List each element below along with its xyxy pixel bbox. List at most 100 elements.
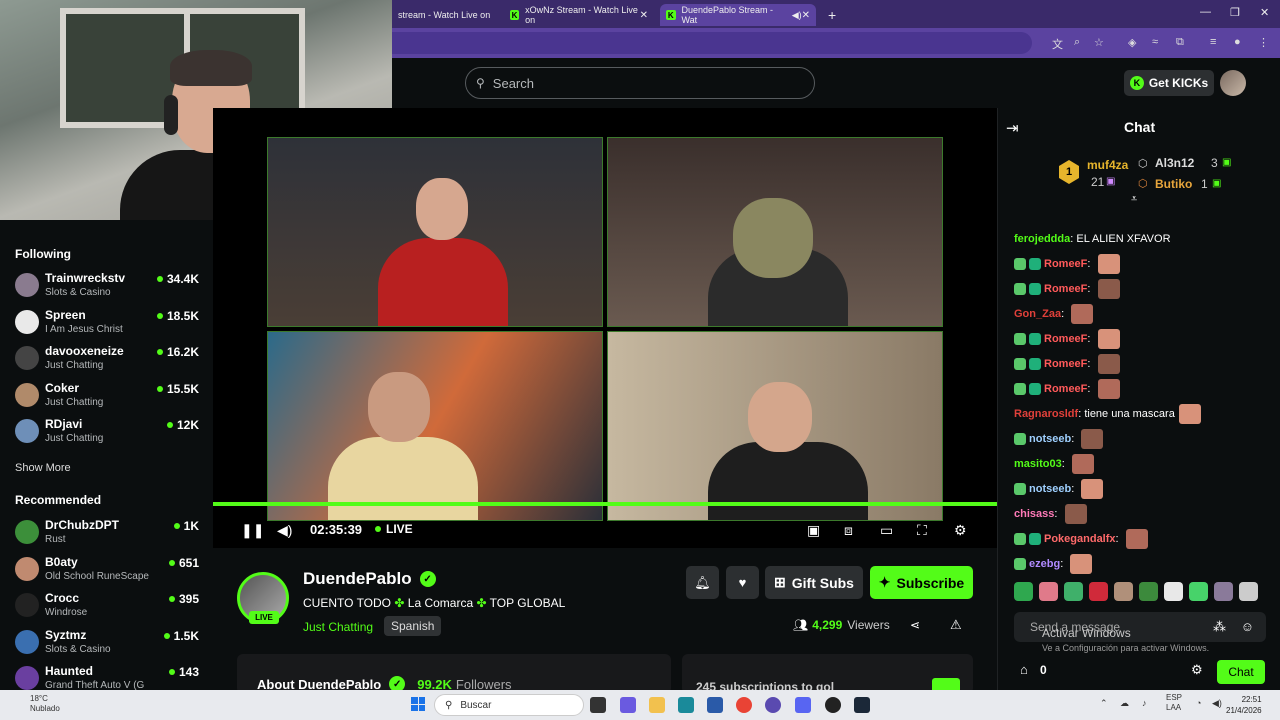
- emoji-icon[interactable]: ☺: [1241, 619, 1254, 634]
- browser-tab[interactable]: stream - Watch Live on: [392, 4, 498, 26]
- obs-studio-icon[interactable]: [825, 697, 841, 713]
- category-link[interactable]: Just Chatting: [303, 620, 373, 634]
- language-indicator[interactable]: ESP LAA: [1166, 693, 1182, 713]
- minimize-icon[interactable]: —: [1200, 6, 1211, 18]
- browser-tab[interactable]: K xOwNz Stream - Watch Live on ✕: [504, 4, 654, 26]
- volume-icon[interactable]: ◀): [277, 522, 292, 539]
- leader-name[interactable]: Butiko: [1155, 177, 1192, 191]
- close-window-icon[interactable]: ✕: [1260, 6, 1269, 19]
- sidebar-channel-coker[interactable]: Coker Just Chatting 15.5K: [15, 379, 205, 413]
- weather-widget[interactable]: 18°C Nublado: [8, 694, 60, 714]
- chat-username[interactable]: ferojeddda: [1014, 233, 1070, 245]
- emote-icon[interactable]: [1164, 582, 1183, 601]
- settings-gear-icon[interactable]: ⚙: [954, 522, 967, 539]
- leader-name[interactable]: Al3n12: [1155, 156, 1194, 170]
- chat-username[interactable]: RomeeF: [1044, 333, 1087, 345]
- menu-kebab-icon[interactable]: ⋮: [1258, 36, 1269, 49]
- extensions-puzzle-icon[interactable]: ⧉: [1176, 36, 1184, 49]
- sidebar-channel-drchubzdpt[interactable]: DrChubzDPT Rust 1K: [15, 516, 205, 550]
- chat-username[interactable]: RomeeF: [1044, 258, 1087, 270]
- discord-icon[interactable]: [795, 697, 811, 713]
- task-view-icon[interactable]: [590, 697, 606, 713]
- get-kicks-button[interactable]: K Get KICKs: [1124, 70, 1214, 96]
- chat-username[interactable]: RomeeF: [1044, 383, 1087, 395]
- browser-tab-active[interactable]: K DuendePablo Stream - Wat ◀) ✕: [660, 4, 816, 26]
- emote-icon[interactable]: [1014, 582, 1033, 601]
- chat-username[interactable]: ezebg: [1029, 558, 1060, 570]
- miniplayer-icon[interactable]: ▣: [807, 522, 820, 539]
- leader-name[interactable]: muf4za: [1087, 158, 1128, 172]
- emote-icon[interactable]: [1239, 582, 1258, 601]
- show-more-button[interactable]: Show More: [15, 462, 71, 474]
- wifi-icon[interactable]: ◔: [1196, 698, 1201, 708]
- chat-settings-icon[interactable]: ⚙: [1191, 662, 1203, 678]
- store-icon[interactable]: ⌂: [1020, 662, 1028, 677]
- fullscreen-icon[interactable]: ⛶: [917, 522, 927, 539]
- taskbar-search[interactable]: ⚲ Buscar: [434, 694, 584, 716]
- chat-username[interactable]: Pokegandalfx: [1044, 533, 1116, 545]
- progress-bar[interactable]: [213, 502, 997, 506]
- sidebar-channel-davooxeneize[interactable]: davooxeneize Just Chatting 16.2K: [15, 342, 205, 376]
- close-tab-icon[interactable]: ✕: [802, 10, 810, 21]
- media-control-icon[interactable]: ≡: [1210, 36, 1216, 48]
- search-input[interactable]: ⚲ Search: [465, 67, 815, 99]
- sidebar-channel-crocc[interactable]: Crocc Windrose 395: [15, 589, 205, 623]
- taskbar-clock[interactable]: 22:51 21/4/2026: [1226, 694, 1262, 716]
- url-field[interactable]: [392, 32, 1032, 54]
- user-avatar[interactable]: [1220, 70, 1246, 96]
- chat-username[interactable]: RomeeF: [1044, 283, 1087, 295]
- sidebar-channel-syztmz[interactable]: Syztmz Slots & Casino 1.5K: [15, 626, 205, 660]
- zoom-icon[interactable]: ⌕: [1074, 36, 1080, 49]
- file-explorer-icon[interactable]: [649, 697, 665, 713]
- network-icon[interactable]: ☁: [1120, 698, 1129, 709]
- expand-leaderboard-icon[interactable]: ⩡: [1131, 193, 1137, 206]
- notification-bell-button[interactable]: 🔔︎: [686, 566, 719, 599]
- edge-icon[interactable]: [678, 697, 694, 713]
- chat-username[interactable]: chisass: [1014, 508, 1054, 520]
- bookmark-star-icon[interactable]: ☆: [1094, 36, 1104, 49]
- send-chat-button[interactable]: Chat: [1217, 660, 1265, 684]
- new-tab-button[interactable]: +: [822, 4, 842, 26]
- follow-heart-button[interactable]: ♥: [726, 566, 759, 599]
- emote-icon[interactable]: [1139, 582, 1158, 601]
- report-warning-icon[interactable]: ⚠: [950, 617, 962, 633]
- clip-icon[interactable]: ⧈: [844, 522, 853, 539]
- streamer-name[interactable]: DuendePablo ✓: [303, 569, 436, 589]
- emote-icon[interactable]: [1189, 582, 1208, 601]
- emote-icon[interactable]: [1214, 582, 1233, 601]
- chrome-icon[interactable]: [736, 697, 752, 713]
- obs-icon[interactable]: [765, 697, 781, 713]
- chat-username[interactable]: Ragnarosldf: [1014, 408, 1078, 420]
- extension-icon[interactable]: ◈: [1128, 36, 1136, 49]
- store-app-icon[interactable]: [707, 697, 723, 713]
- sidebar-channel-haunted[interactable]: Haunted Grand Theft Auto V (G 143: [15, 662, 205, 690]
- kick-emote-icon[interactable]: ⁂: [1213, 619, 1226, 635]
- chat-username[interactable]: masito03: [1014, 458, 1062, 470]
- translate-icon[interactable]: 文: [1052, 36, 1063, 52]
- emote-icon[interactable]: [1114, 582, 1133, 601]
- restore-icon[interactable]: ❐: [1230, 6, 1240, 19]
- profile-icon[interactable]: ●: [1234, 36, 1241, 48]
- windows-start-icon[interactable]: [411, 697, 425, 711]
- app-icon[interactable]: [620, 697, 636, 713]
- pause-icon[interactable]: ❚❚: [241, 522, 264, 539]
- sidebar-channel-trainwreckstv[interactable]: Trainwreckstv Slots & Casino 34.4K: [15, 269, 205, 303]
- language-tag[interactable]: Spanish: [384, 616, 442, 636]
- chat-username[interactable]: notseeb: [1029, 433, 1071, 445]
- chat-username[interactable]: Gon_Zaa: [1014, 308, 1061, 320]
- sidebar-channel-spreen[interactable]: Spreen I Am Jesus Christ 18.5K: [15, 306, 205, 340]
- emote-icon[interactable]: [1064, 582, 1083, 601]
- chat-username[interactable]: notseeb: [1029, 483, 1071, 495]
- speaker-icon[interactable]: ◀): [1212, 698, 1222, 709]
- emote-icon[interactable]: [1039, 582, 1058, 601]
- emote-icon[interactable]: [1089, 582, 1108, 601]
- video-player[interactable]: ❚❚ ◀) 02:35:39 LIVE ▣ ⧈ ▭ ⛶ ⚙: [213, 108, 1110, 585]
- theater-mode-icon[interactable]: ▭: [880, 522, 893, 539]
- sidebar-channel-rdjavi[interactable]: RDjavi Just Chatting 12K: [15, 415, 205, 449]
- steam-icon[interactable]: [854, 697, 870, 713]
- chat-username[interactable]: RomeeF: [1044, 358, 1087, 370]
- close-tab-icon[interactable]: ✕: [640, 10, 648, 21]
- subscribe-button[interactable]: ✦ Subscribe: [870, 566, 973, 599]
- microphone-icon[interactable]: ♪: [1142, 698, 1147, 708]
- tray-expand-icon[interactable]: ⌃: [1100, 698, 1108, 709]
